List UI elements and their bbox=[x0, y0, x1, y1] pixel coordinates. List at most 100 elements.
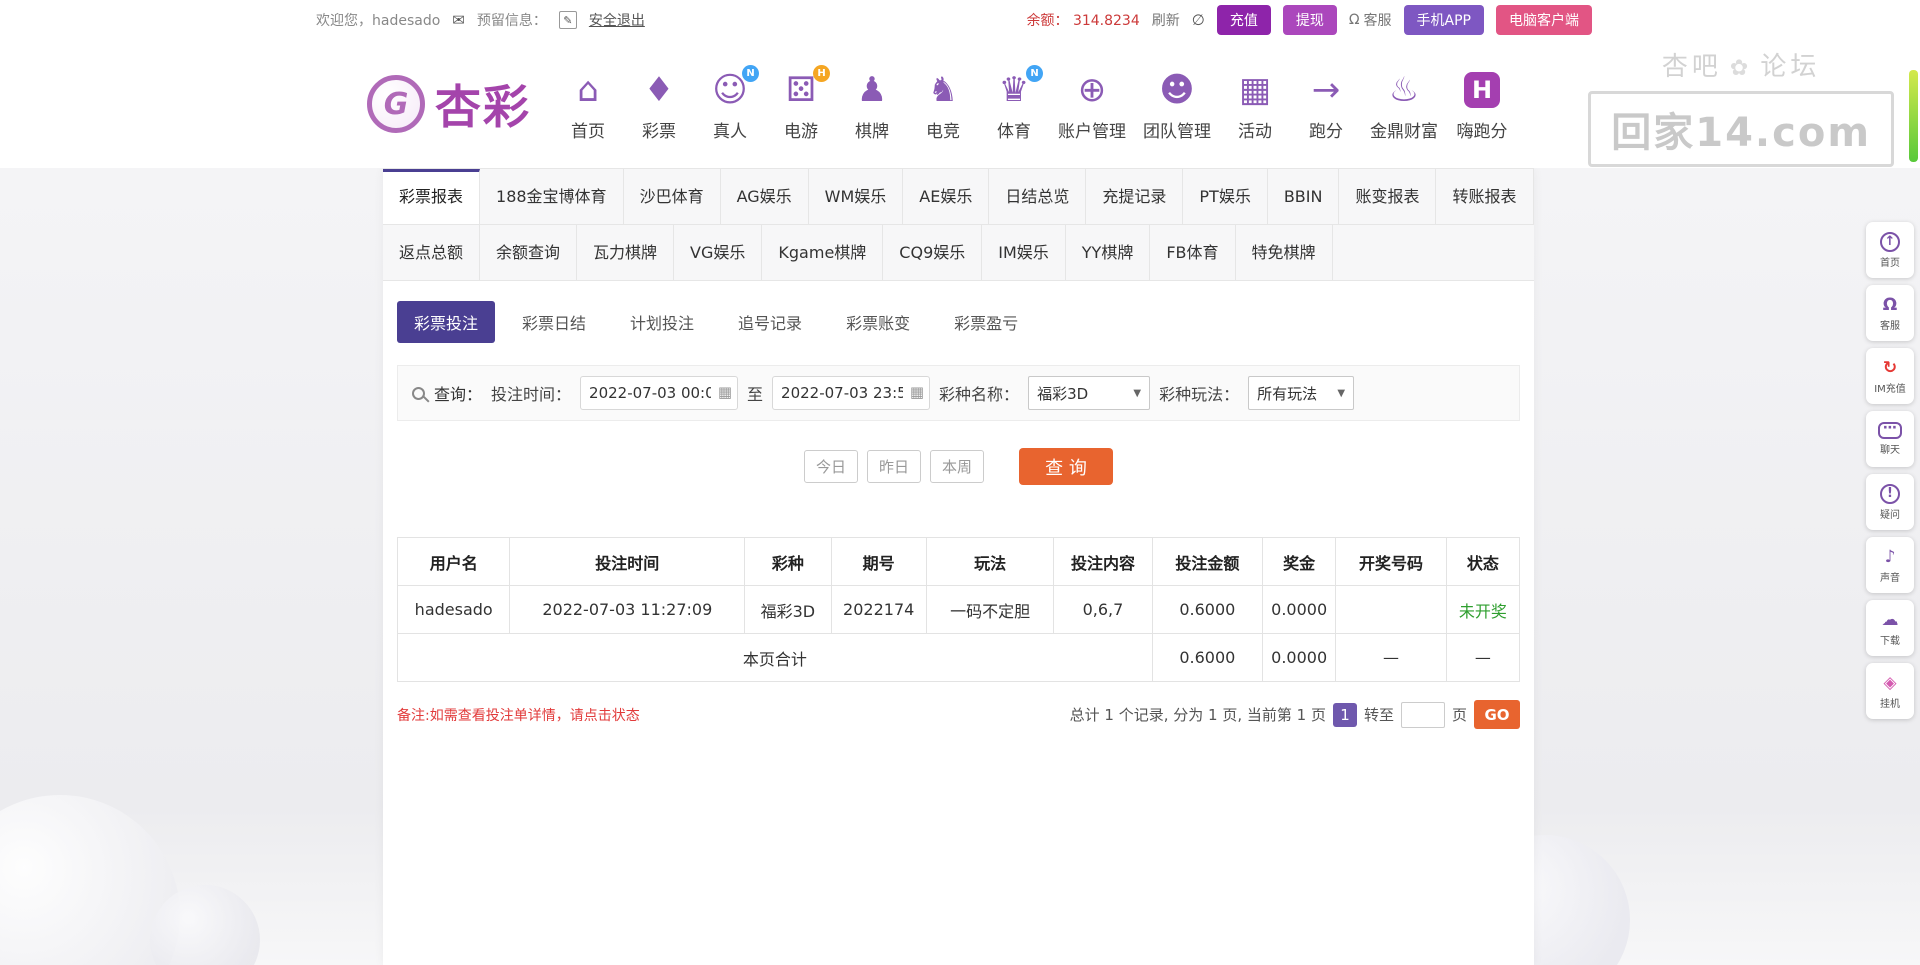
side-item-customer-service[interactable]: Ω 客服 bbox=[1866, 285, 1914, 341]
calendar-icon[interactable]: ▦ bbox=[718, 383, 732, 401]
logout-link[interactable]: 安全退出 bbox=[589, 10, 645, 30]
eye-off-icon[interactable]: ∅ bbox=[1192, 11, 1205, 29]
subtab-lottery-daily[interactable]: 彩票日结 bbox=[505, 301, 603, 343]
tab-fb-sports[interactable]: FB体育 bbox=[1150, 225, 1236, 280]
side-item-hangup[interactable]: ◈ 挂机 bbox=[1866, 663, 1914, 719]
customer-service-link[interactable]: Ω 客服 bbox=[1349, 10, 1392, 30]
tab-lottery-report[interactable]: 彩票报表 bbox=[383, 169, 481, 224]
tab-transfer-report[interactable]: 转账报表 bbox=[1436, 169, 1534, 224]
tab-kgame-chess[interactable]: Kgame棋牌 bbox=[762, 225, 884, 280]
this-week-button[interactable]: 本周 bbox=[930, 450, 984, 483]
nav-item-sports[interactable]: N ♛ 体育 bbox=[983, 64, 1045, 142]
tab-account-change-report[interactable]: 账变报表 bbox=[1339, 169, 1437, 224]
nav-item-home[interactable]: ⌂ 首页 bbox=[557, 67, 619, 142]
pc-client-button[interactable]: 电脑客户端 bbox=[1496, 5, 1592, 35]
activities-icon: ▦ bbox=[1238, 69, 1272, 110]
nav-item-chess-cards[interactable]: ♟ 棋牌 bbox=[841, 67, 903, 142]
subtab-lottery-account-change[interactable]: 彩票账变 bbox=[829, 301, 927, 343]
play-type-label: 彩种玩法： bbox=[1159, 385, 1240, 404]
nav-item-esports[interactable]: ♞ 电竞 bbox=[912, 67, 974, 142]
nav-item-hi-paofen[interactable]: H 嗨跑分 bbox=[1451, 67, 1513, 142]
subtab-plan-bets[interactable]: 计划投注 bbox=[613, 301, 711, 343]
message-icon[interactable]: ✉ bbox=[452, 11, 465, 29]
topbar-left: 欢迎您，hadesado ✉ 预留信息： ✎ 安全退出 bbox=[316, 10, 645, 30]
page-unit-label: 页 bbox=[1451, 706, 1467, 724]
goto-page-input[interactable] bbox=[1400, 701, 1445, 728]
lottery-type-label: 彩种名称： bbox=[939, 385, 1020, 404]
nav-item-account-management[interactable]: ⊕ 账户管理 bbox=[1054, 67, 1130, 142]
edit-icon[interactable]: ✎ bbox=[558, 11, 577, 29]
new-badge: N bbox=[1026, 64, 1043, 82]
play-type-value: 所有玩法 bbox=[1257, 384, 1318, 403]
mobile-app-button[interactable]: 手机APP bbox=[1403, 5, 1484, 35]
tab-cq9-casino[interactable]: CQ9娱乐 bbox=[883, 225, 983, 280]
cloud-download-icon: ☁ bbox=[1881, 609, 1899, 630]
lottery-type-select[interactable]: 福彩3D ▼ bbox=[1028, 376, 1151, 410]
go-button[interactable]: GO bbox=[1474, 700, 1520, 729]
esports-icon: ♞ bbox=[927, 69, 959, 110]
report-tabs-row1: 彩票报表 188金宝博体育 沙巴体育 AG娱乐 WM娱乐 AE娱乐 日结总览 充… bbox=[383, 169, 1534, 225]
goto-label: 转至 bbox=[1363, 706, 1394, 724]
table-row: hadesado 2022-07-03 11:27:09 福彩3D 202217… bbox=[396, 585, 1521, 634]
date-from-input[interactable] bbox=[580, 376, 739, 410]
tab-ae-casino[interactable]: AE娱乐 bbox=[903, 169, 990, 224]
play-type-select[interactable]: 所有玩法 ▼ bbox=[1248, 376, 1355, 410]
scrollbar-thumb[interactable] bbox=[1909, 70, 1918, 162]
tab-pt-casino[interactable]: PT娱乐 bbox=[1183, 169, 1268, 224]
subtab-lottery-profit[interactable]: 彩票盈亏 bbox=[937, 301, 1035, 343]
paofen-icon: → bbox=[1311, 69, 1341, 110]
balance-value: 314.8234 bbox=[1072, 13, 1140, 29]
tab-deposit-withdraw-records[interactable]: 充提记录 bbox=[1086, 169, 1184, 224]
tab-im-casino[interactable]: IM娱乐 bbox=[982, 225, 1066, 280]
subtab-chase-records[interactable]: 追号记录 bbox=[721, 301, 819, 343]
refresh-button[interactable]: 刷新 bbox=[1152, 10, 1180, 30]
side-item-chat[interactable]: ⋯ 聊天 bbox=[1866, 411, 1914, 467]
nav-item-activities[interactable]: ▦ 活动 bbox=[1224, 67, 1286, 142]
tab-daily-overview[interactable]: 日结总览 bbox=[989, 169, 1087, 224]
current-page-button[interactable]: 1 bbox=[1332, 702, 1357, 727]
tab-shaba-sports[interactable]: 沙巴体育 bbox=[624, 169, 721, 224]
tab-rebate-total[interactable]: 返点总额 bbox=[383, 225, 481, 280]
side-item-questions[interactable]: ! 疑问 bbox=[1866, 474, 1914, 530]
tab-temian-chess[interactable]: 特免棋牌 bbox=[1236, 225, 1333, 280]
yesterday-button[interactable]: 昨日 bbox=[867, 450, 921, 483]
recharge-button[interactable]: 充值 bbox=[1216, 5, 1271, 35]
tab-ag-casino[interactable]: AG娱乐 bbox=[721, 169, 809, 224]
tab-wm-casino[interactable]: WM娱乐 bbox=[809, 169, 904, 224]
cell-username: hadesado bbox=[396, 585, 511, 634]
reserved-info-label: 预留信息： bbox=[476, 13, 547, 29]
topbar-right: 余额： 314.8234 刷新 ∅ 充值 提现 Ω 客服 手机APP 电脑客户端 bbox=[1026, 5, 1592, 35]
nav-item-egames[interactable]: H ⚄ 电游 bbox=[770, 64, 832, 142]
date-to-input[interactable] bbox=[772, 376, 931, 410]
search-button[interactable]: 查 询 bbox=[1019, 448, 1113, 485]
side-item-im-recharge[interactable]: ↻ IM充值 bbox=[1866, 348, 1914, 404]
side-item-home[interactable]: ↑ 首页 bbox=[1866, 222, 1914, 278]
tab-vg-casino[interactable]: VG娱乐 bbox=[674, 225, 763, 280]
nav-item-live-casino[interactable]: N ☺ 真人 bbox=[699, 64, 761, 142]
withdraw-button[interactable]: 提现 bbox=[1282, 5, 1337, 35]
cell-bet-time: 2022-07-03 11:27:09 bbox=[509, 585, 746, 634]
pagination-summary: 总计 1 个记录, 分为 1 页, 当前第 1 页 bbox=[1069, 706, 1326, 724]
tab-188-sports[interactable]: 188金宝博体育 bbox=[480, 169, 624, 224]
tab-wali-chess[interactable]: 瓦力棋牌 bbox=[577, 225, 675, 280]
balance: 余额： 314.8234 bbox=[1026, 10, 1139, 30]
site-logo[interactable]: G 杏彩 bbox=[367, 71, 531, 137]
nav-item-paofen[interactable]: → 跑分 bbox=[1295, 67, 1357, 142]
tab-bbin[interactable]: BBIN bbox=[1268, 169, 1340, 224]
side-item-sound[interactable]: ♪ 声音 bbox=[1866, 537, 1914, 593]
subtab-lottery-bets[interactable]: 彩票投注 bbox=[397, 301, 496, 343]
calendar-icon[interactable]: ▦ bbox=[910, 383, 924, 401]
home-top-icon: ↑ bbox=[1880, 231, 1900, 252]
nav-item-jinding-wealth[interactable]: ♨ 金鼎财富 bbox=[1366, 67, 1442, 142]
tab-balance-query[interactable]: 余额查询 bbox=[480, 225, 578, 280]
bet-time-label: 投注时间： bbox=[491, 385, 572, 404]
nav-item-team-management[interactable]: ☻ 团队管理 bbox=[1139, 67, 1215, 142]
summary-status: — bbox=[1445, 633, 1521, 682]
chat-bubble-icon: ⋯ bbox=[1878, 421, 1902, 439]
side-item-download[interactable]: ☁ 下载 bbox=[1866, 600, 1914, 656]
tab-yy-chess[interactable]: YY棋牌 bbox=[1066, 225, 1151, 280]
nav-item-lottery[interactable]: ♦ 彩票 bbox=[628, 67, 690, 142]
cell-status-link[interactable]: 未开奖 bbox=[1445, 585, 1521, 634]
today-button[interactable]: 今日 bbox=[804, 450, 858, 483]
header-bet-time: 投注时间 bbox=[509, 537, 746, 586]
